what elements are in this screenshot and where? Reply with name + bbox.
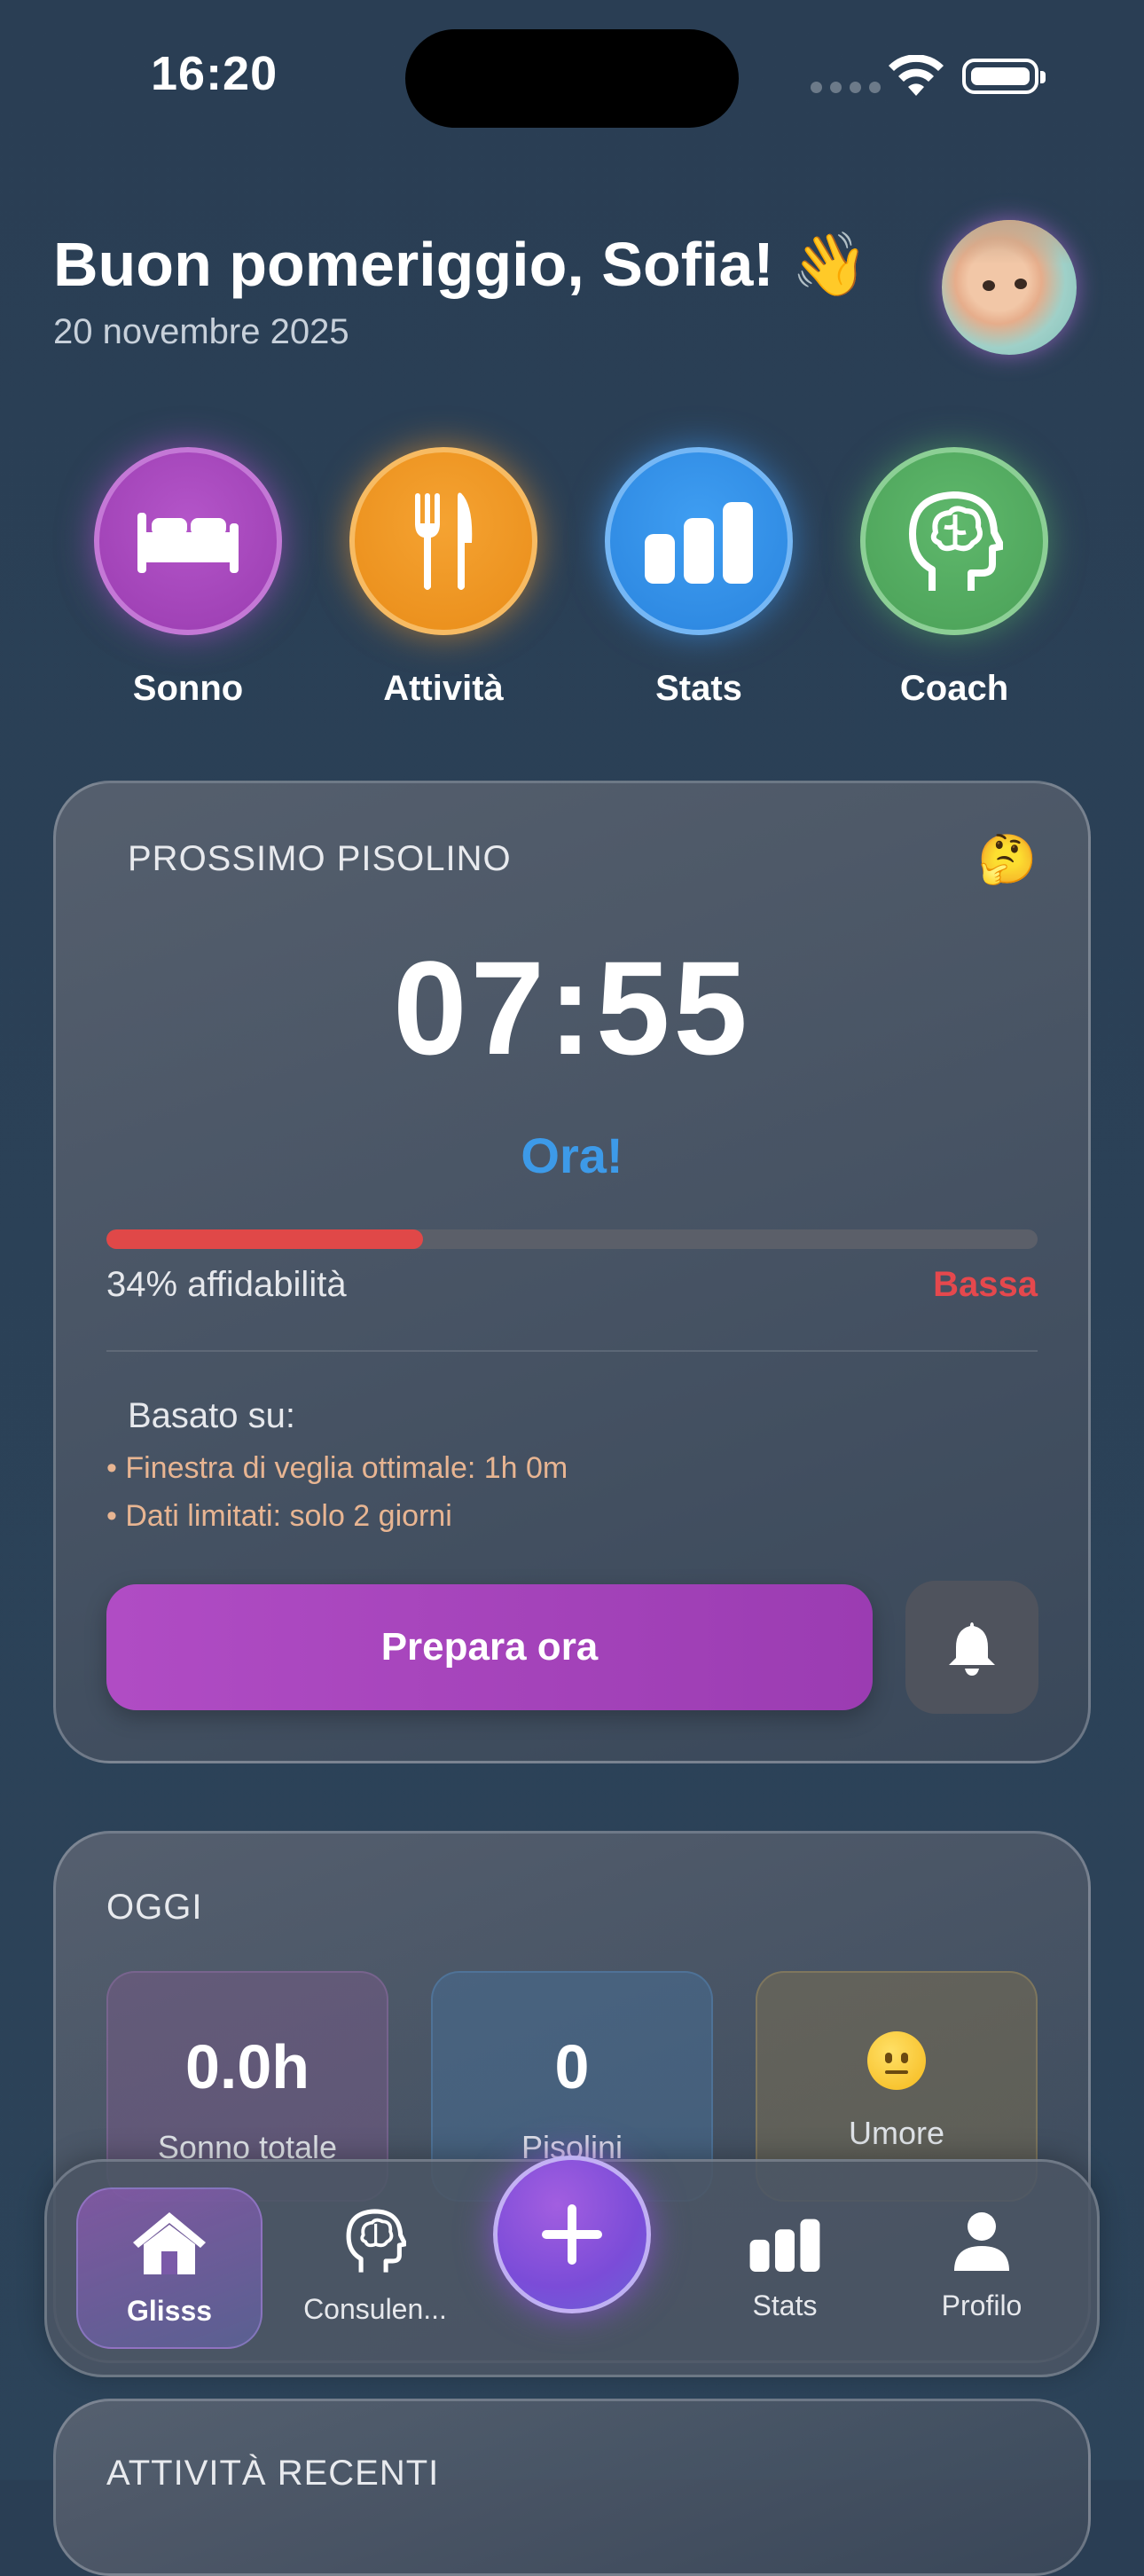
quick-action-label: Coach [899,669,1009,708]
quick-action-stats[interactable]: Stats [601,447,796,709]
quick-action-coach[interactable]: Coach [857,447,1052,709]
dynamic-island [405,29,739,128]
tab-stats[interactable]: Stats [692,2193,878,2322]
fork-knife-icon [349,447,537,635]
cellular-signal-icon [811,82,881,93]
tab-label: Stats [752,2289,818,2321]
reliability-text: 34% affidabilità [106,1265,347,1304]
home-icon [133,2212,206,2274]
quick-action-activity[interactable]: Attività [346,447,541,709]
reliability-bar-fill [106,1229,423,1249]
current-date: 20 novembre 2025 [53,312,349,351]
bed-icon [94,447,282,635]
plus-icon [542,2204,602,2265]
reason-item: • Finestra di veglia ottimale: 1h 0m [106,1451,568,1485]
avatar[interactable] [942,220,1077,355]
recent-activity-title: ATTIVITÀ RECENTI [106,2454,440,2493]
brain-head-icon [346,2209,408,2273]
reliability-bar [106,1229,1038,1249]
next-nap-time: 07:55 [393,933,751,1082]
reliability-level: Bassa [933,1265,1038,1304]
today-title: OGGI [106,1888,203,1927]
quick-action-sleep[interactable]: Sonno [90,447,286,709]
reminder-bell-button[interactable] [905,1581,1038,1714]
bar-chart-icon [605,447,793,635]
tab-home[interactable]: Glisss [76,2187,262,2349]
bar-chart-icon [749,2219,820,2273]
greeting-title: Buon pomeriggio, Sofia! 👋 [53,230,869,299]
next-nap-title: PROSSIMO PISOLINO [128,839,512,878]
tab-label: Glisss [126,2295,213,2327]
tab-consulenza[interactable]: Consulen... [282,2193,468,2326]
add-entry-button[interactable] [493,2156,651,2313]
brain-head-icon [860,447,1048,635]
reason-item: • Dati limitati: solo 2 giorni [106,1499,452,1533]
quick-action-label: Attività [383,669,504,708]
stat-label: Umore [848,2115,945,2151]
person-icon [954,2212,1009,2271]
tab-label: Consulen... [303,2293,447,2325]
quick-action-label: Stats [655,669,742,708]
status-time: 16:20 [151,47,278,100]
divider [106,1350,1038,1352]
neutral-face-icon [867,2031,926,2090]
stat-value: 0 [554,2032,590,2101]
stat-value: 0.0h [184,2032,310,2101]
prepare-now-button[interactable]: Prepara ora [106,1584,873,1710]
tab-label: Profilo [941,2289,1023,2321]
next-nap-status: Ora! [521,1127,623,1183]
tab-profile[interactable]: Profilo [889,2193,1075,2322]
battery-icon [962,59,1046,94]
thinking-emoji: 🤔 [977,833,1038,886]
wifi-icon [889,55,944,96]
based-on-label: Basato su: [128,1396,296,1435]
quick-action-label: Sonno [132,669,244,708]
bell-icon [949,1622,995,1676]
